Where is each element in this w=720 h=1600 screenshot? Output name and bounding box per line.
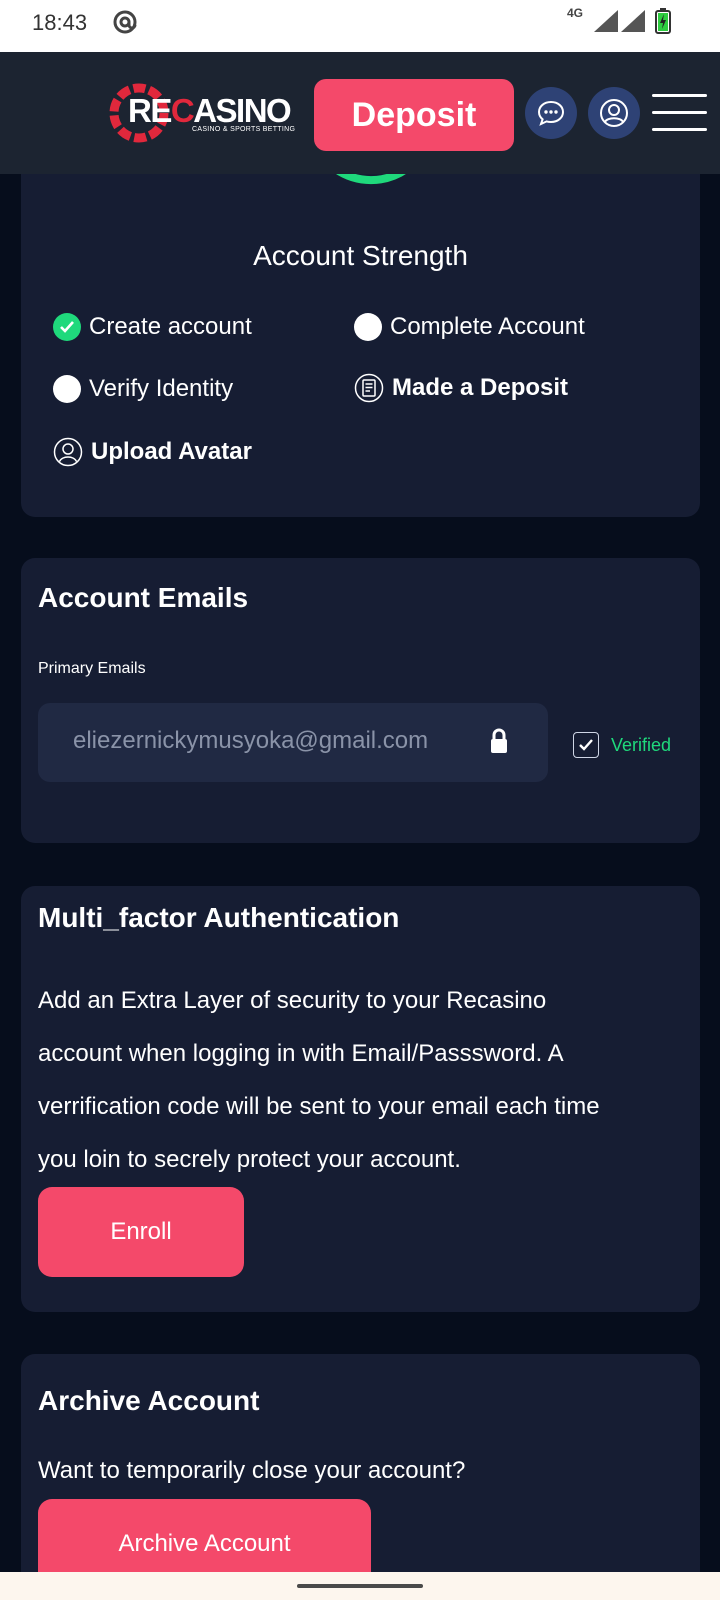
check-circle-icon (53, 313, 81, 341)
step-label: Verify Identity (89, 375, 234, 402)
clock: 18:43 (32, 10, 88, 35)
step-label: Upload Avatar (91, 438, 252, 465)
chat-button[interactable] (525, 87, 577, 139)
archive-account-title: Archive Account (38, 1385, 260, 1416)
enroll-button[interactable]: Enroll (38, 1187, 244, 1277)
verified-label: Verified (611, 734, 672, 755)
logo-wordmark: RECASINO (128, 92, 292, 129)
step-made-deposit: Made a Deposit (354, 373, 568, 403)
at-sign-icon (113, 10, 137, 34)
step-verify-identity: Verify Identity (53, 375, 233, 403)
mfa-description: Add an Extra Layer of security to your R… (38, 987, 600, 1173)
home-indicator[interactable] (297, 1584, 423, 1588)
hamburger-menu-icon[interactable] (652, 94, 707, 132)
account-emails-title: Account Emails (38, 582, 249, 613)
mfa-card: Multi_factor Authentication Add an Extra… (21, 886, 700, 1312)
empty-circle-icon (53, 375, 81, 403)
archive-account-card: Archive Account Want to temporarily clos… (21, 1354, 700, 1600)
account-strength-title: Account Strength (253, 240, 468, 271)
step-label: Create account (89, 313, 252, 340)
step-label: Complete Account (390, 313, 585, 340)
step-complete-account: Complete Account (354, 313, 585, 341)
status-bar: 18:43 4G (0, 0, 720, 52)
gesture-navigation-bar[interactable] (0, 1572, 720, 1600)
profile-button[interactable] (588, 87, 640, 139)
signal-icon (621, 10, 645, 32)
user-icon (600, 99, 628, 127)
step-create-account: Create account (53, 313, 252, 341)
chat-icon (537, 100, 565, 126)
battery-charging-icon (655, 8, 671, 34)
step-upload-avatar: Upload Avatar (53, 437, 252, 467)
primary-emails-label: Primary Emails (38, 660, 146, 677)
step-label: Made a Deposit (392, 374, 569, 401)
logo-tagline: CASINO & SPORTS BETTING (192, 126, 296, 133)
mfa-title: Multi_factor Authentication (38, 902, 400, 933)
account-emails-card: Account Emails Primary Emails eliezernic… (21, 558, 700, 843)
verified-status: Verified (573, 732, 671, 758)
archive-description: Want to temporarily close your account? (38, 1457, 466, 1484)
primary-email-value: eliezernickymusyoka@gmail.com (73, 727, 429, 754)
receipt-icon (354, 373, 384, 403)
deposit-button[interactable]: Deposit (314, 79, 514, 151)
account-strength-card: Account Strength Create account Complete… (21, 130, 700, 517)
avatar-icon (53, 437, 83, 467)
signal-icon (594, 10, 618, 32)
empty-circle-icon (354, 313, 382, 341)
recasino-logo[interactable]: RECASINO CASINO & SPORTS BETTING (108, 80, 295, 148)
checkbox-checked-icon (573, 732, 599, 758)
site-header: RECASINO CASINO & SPORTS BETTING Deposit (0, 52, 720, 174)
network-type: 4G (567, 6, 584, 20)
lock-icon (491, 728, 507, 753)
primary-email-field[interactable]: eliezernickymusyoka@gmail.com (38, 703, 548, 782)
